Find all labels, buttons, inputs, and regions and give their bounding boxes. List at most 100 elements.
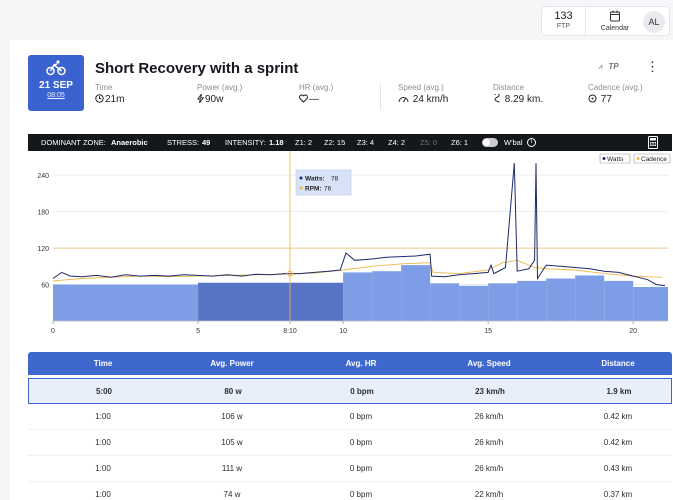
- top-card: 133 FTP Calendar AL: [541, 6, 670, 37]
- cell-time: 1:00: [95, 412, 111, 421]
- stat-label: Power (avg.): [197, 83, 243, 92]
- top-strip: 133 FTP Calendar AL: [0, 0, 673, 40]
- legend-dot: [636, 157, 640, 160]
- stat-cadence: Cadence (avg.) 77: [588, 83, 643, 105]
- calendar-icon: [610, 10, 620, 22]
- cell-time: 5:00: [95, 387, 112, 396]
- tooltip-rpm-label: RPM:: [305, 186, 322, 193]
- cell-speed: 26 km/h: [474, 412, 504, 421]
- cell-power: 80 w: [224, 387, 242, 396]
- interval-block: [459, 285, 489, 321]
- table-header: Time Avg. Power Avg. HR Avg. Speed Dista…: [28, 352, 672, 375]
- table-row[interactable]: 1:00 111 w 0 bpm 26 km/h 0.43 km: [28, 456, 672, 482]
- x-tick-label: 20: [629, 328, 637, 335]
- stat-distance-value: 8.29 km.: [504, 94, 544, 105]
- cell-speed: 26 km/h: [474, 438, 504, 447]
- speedometer-icon: [398, 97, 409, 103]
- y-tick-label: 240: [37, 173, 49, 180]
- wbal-toggle[interactable]: [482, 138, 498, 147]
- zone-6: Z6: 1: [451, 138, 469, 147]
- clock-icon: [95, 94, 104, 103]
- ftp-label: FTP: [556, 23, 571, 30]
- tooltip-rpm-dot: [299, 186, 303, 190]
- more-menu-icon[interactable]: ⋮: [646, 60, 659, 73]
- cell-hr: 0 bpm: [350, 387, 374, 396]
- stress-value: 49: [202, 138, 211, 147]
- x-tick-label: 15: [484, 328, 492, 335]
- cell-distance: 0.42 km: [603, 438, 633, 447]
- bolt-icon: [196, 93, 205, 104]
- cycling-icon: [46, 60, 66, 76]
- heart-icon: [299, 94, 308, 103]
- table-row[interactable]: 1:00 74 w 0 bpm 22 km/h 0.37 km: [28, 482, 672, 500]
- calculator-icon[interactable]: [648, 136, 658, 149]
- stat-cadence-value: 77: [600, 94, 612, 105]
- workout-card: 21 SEP 08:05 Short Recovery with a sprin…: [10, 40, 673, 500]
- workout-date-badge: 21 SEP 08:05: [28, 55, 84, 111]
- cell-hr: 0 bpm: [349, 490, 373, 499]
- x-tick-label: 5: [196, 328, 200, 335]
- dominant-zone-value: Anaerobic: [111, 138, 148, 147]
- stat-divider: [380, 84, 381, 110]
- cell-distance: 1.9 km: [606, 387, 632, 396]
- legend-label: Cadence: [641, 156, 667, 163]
- table-row[interactable]: 1:00 105 w 0 bpm 26 km/h 0.42 km: [28, 430, 672, 456]
- stat-power-value: 90w: [205, 94, 224, 105]
- tooltip-watts-value: 78: [331, 176, 339, 183]
- cell-distance: 0.37 km: [603, 490, 633, 499]
- stat-value: 21m: [95, 94, 124, 105]
- route-icon: [494, 92, 500, 103]
- intensity-value: 1.18: [269, 138, 284, 147]
- interval-block: [343, 272, 373, 321]
- strava-icon[interactable]: ⩘: [598, 62, 603, 72]
- stat-label: Time: [95, 83, 113, 92]
- interval-block: [488, 283, 518, 321]
- cell-distance: 0.43 km: [603, 464, 633, 473]
- interval-block: [546, 278, 576, 321]
- cell-power: 106 w: [221, 412, 243, 421]
- legend-dot: [602, 157, 606, 160]
- x-tick-label: 10: [339, 328, 347, 335]
- dominant-zone-label: DOMINANT ZONE:: [41, 138, 106, 147]
- trainingpeaks-icon[interactable]: TP: [609, 62, 619, 71]
- y-tick-label: 180: [37, 210, 49, 217]
- x-tick-label: 8:10: [283, 328, 297, 335]
- zone-1: Z1: 2: [295, 138, 313, 147]
- power-chart[interactable]: 60 120 180 240 0 5 8:10 10 15 20 Watts: 78 RPM: 76 Wat…: [28, 151, 672, 337]
- y-tick-label: 60: [41, 283, 49, 290]
- stat-label: Speed (avg.): [398, 83, 444, 92]
- cadence-icon: [588, 94, 597, 103]
- stat-time-value: 21m: [105, 94, 125, 105]
- avatar[interactable]: AL: [643, 11, 665, 33]
- cell-power: 111 w: [221, 464, 243, 473]
- stat-hr-value: —: [309, 94, 319, 105]
- stat-hr: HR (avg.) —: [299, 83, 333, 105]
- cell-time: 1:00: [95, 438, 111, 447]
- ftp-widget[interactable]: 133 FTP: [542, 7, 586, 37]
- stat-distance: Distance 8.29 km.: [493, 83, 543, 105]
- series-line-watts: [52, 163, 666, 287]
- y-tick-label: 120: [37, 246, 49, 253]
- interval-block: [633, 286, 668, 321]
- stat-speed: Speed (avg.) 24 km/h: [398, 83, 448, 105]
- power-chart-svg[interactable]: 60 120 180 240 0 5 8:10 10 15 20 Watts: 78 RPM: 76 Wat…: [28, 151, 672, 337]
- table-row[interactable]: 1:00 106 w 0 bpm 26 km/h 0.42 km: [28, 404, 672, 430]
- info-icon[interactable]: i: [527, 138, 536, 147]
- stat-label: Cadence (avg.): [588, 83, 643, 92]
- interval-block: [53, 284, 199, 321]
- zone-2: Z2: 15: [324, 138, 346, 147]
- cell-hr: 0 bpm: [349, 438, 373, 447]
- cell-distance: 0.42 km: [603, 412, 633, 421]
- stat-label: HR (avg.): [299, 83, 334, 92]
- interval-block: [198, 282, 344, 321]
- workout-date: 21 SEP: [39, 80, 73, 91]
- stat-value: 24 km/h: [398, 94, 448, 105]
- stat-label: Distance: [493, 83, 525, 92]
- calendar-label: Calendar: [600, 25, 630, 32]
- calendar-button[interactable]: Calendar: [590, 7, 640, 37]
- interval-block: [517, 280, 547, 321]
- stat-power: Power (avg.) 90w: [196, 83, 243, 105]
- table-row[interactable]: 5:00 80 w 0 bpm 23 km/h 1.9 km: [28, 378, 672, 404]
- zone-5: Z5: 0: [420, 138, 438, 147]
- interval-block: [604, 280, 634, 321]
